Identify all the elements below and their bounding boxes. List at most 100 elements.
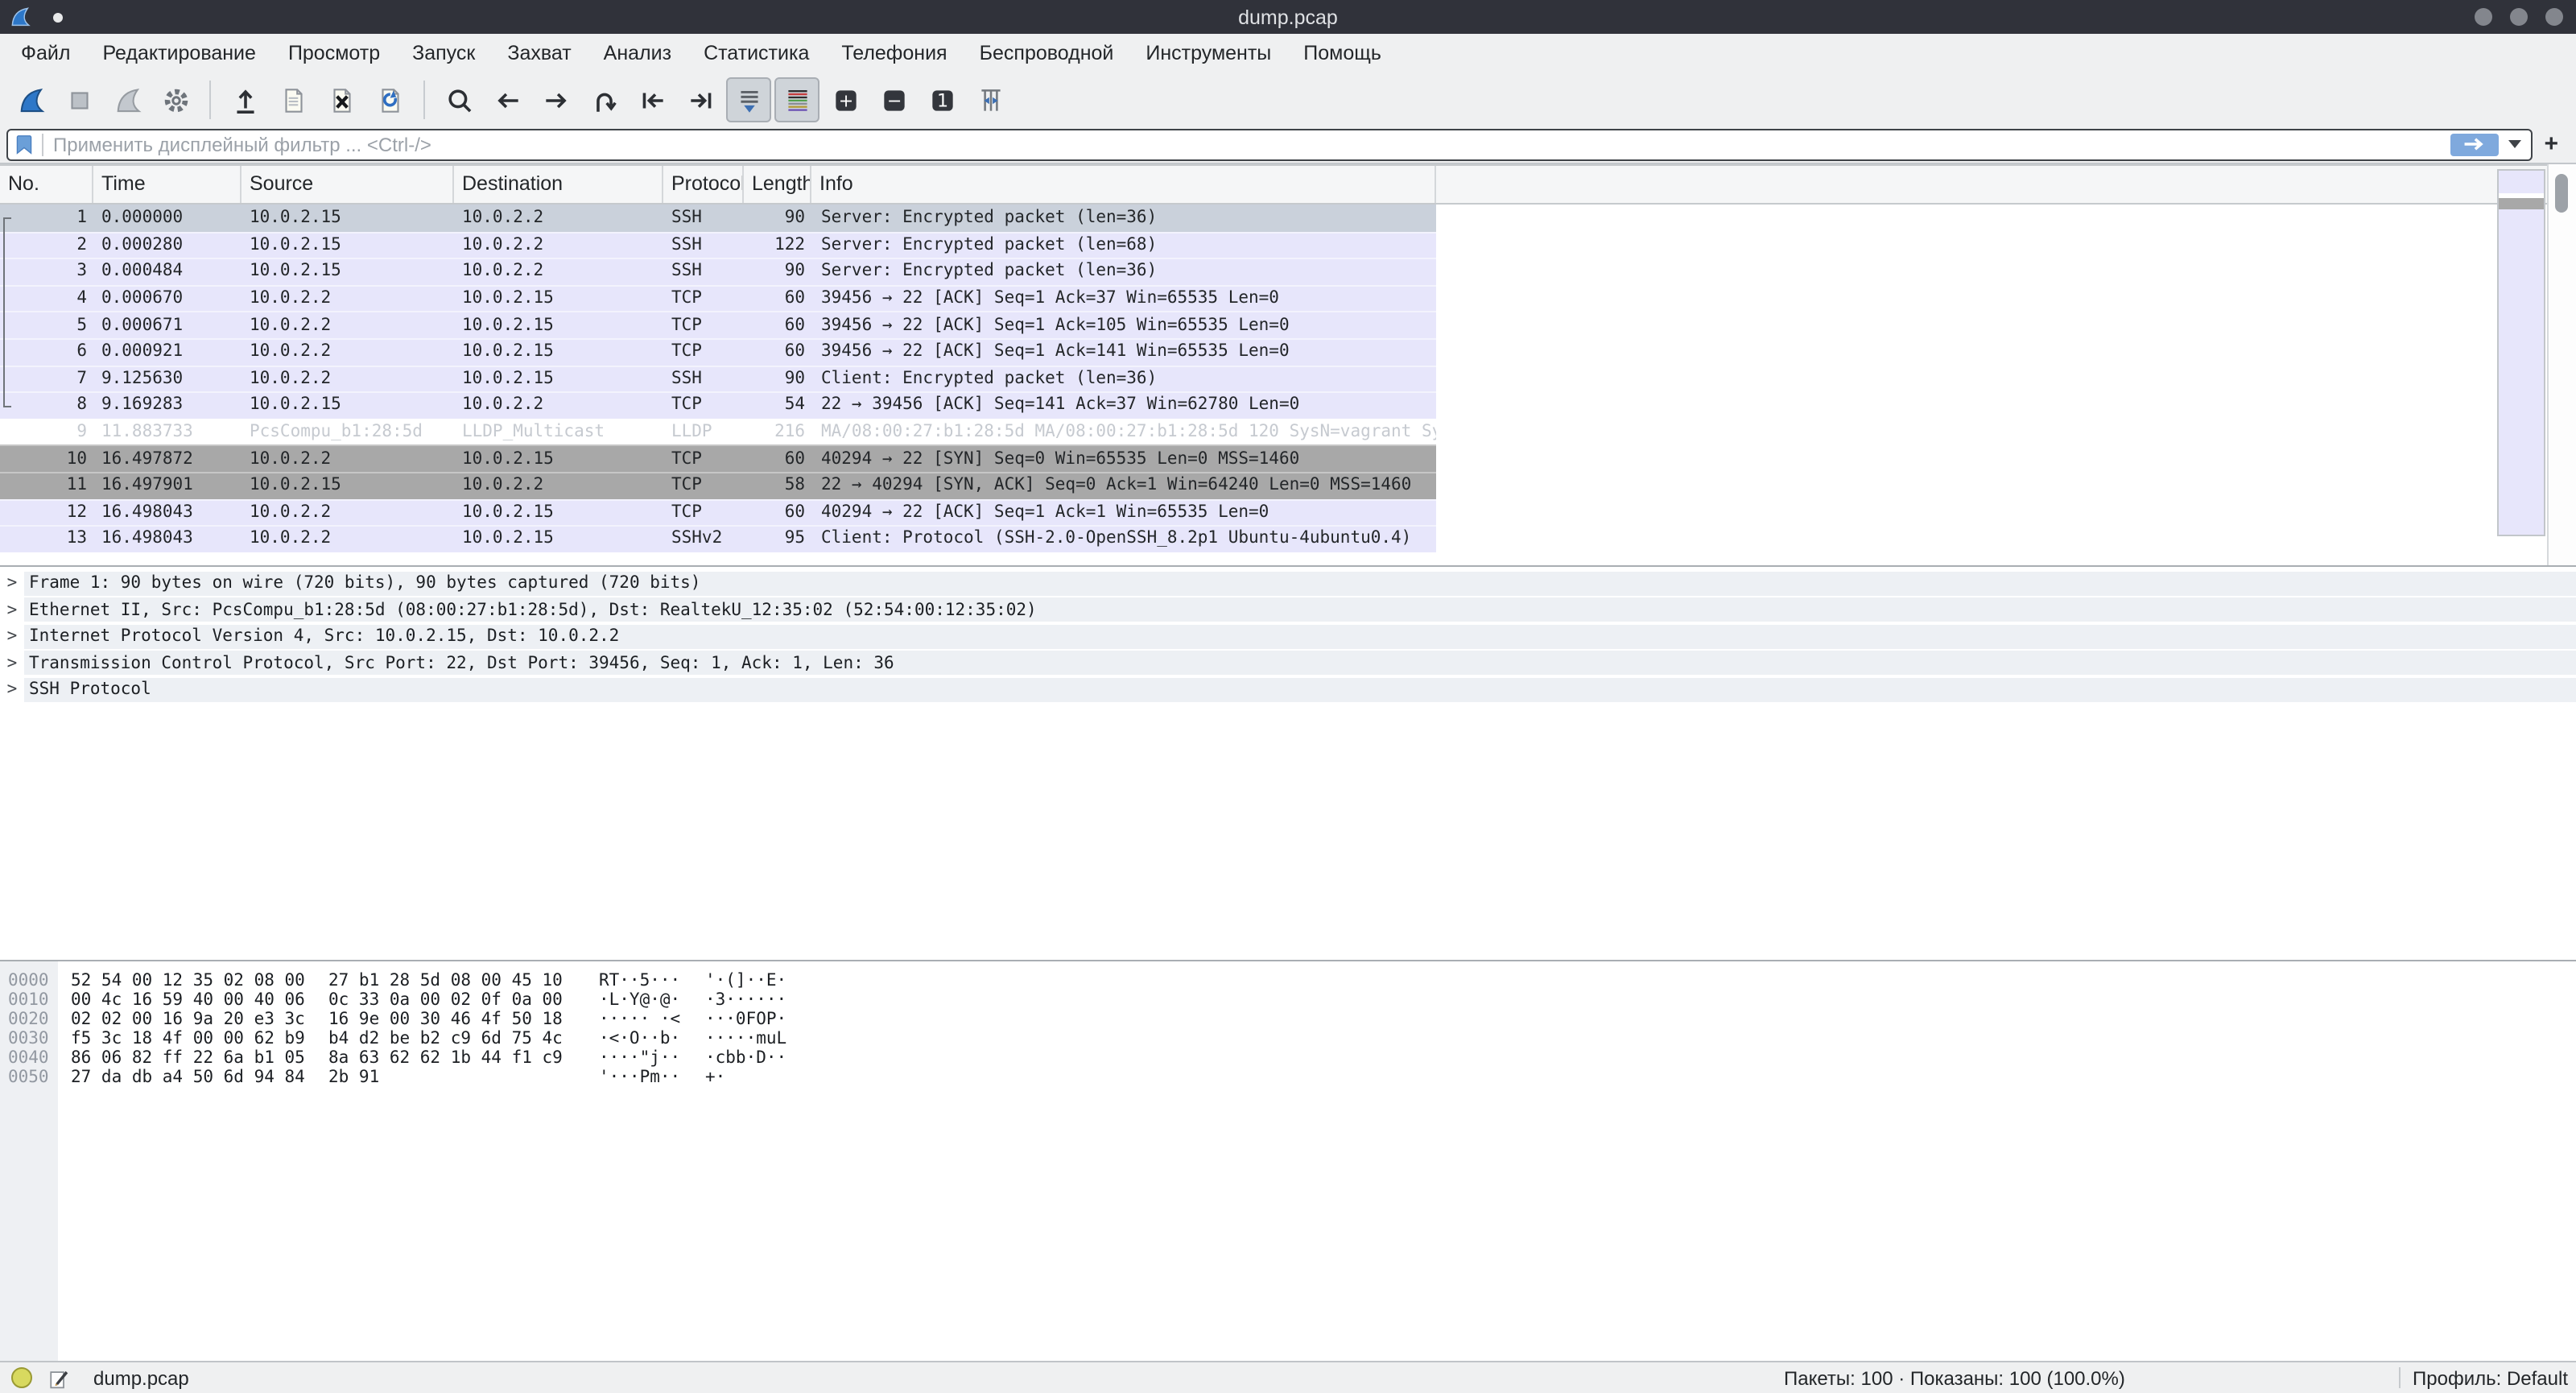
go-forward-button[interactable] bbox=[533, 77, 578, 122]
packet-row-11[interactable]: 1116.49790110.0.2.1510.0.2.2TCP5822 → 40… bbox=[0, 472, 1436, 498]
zoom-out-button[interactable]: − bbox=[871, 77, 916, 122]
packet-row-4[interactable]: 40.00067010.0.2.210.0.2.15TCP6039456 → 2… bbox=[0, 285, 1436, 312]
menu-item-go[interactable]: Запуск bbox=[396, 34, 491, 74]
cell-no: 1 bbox=[0, 209, 93, 228]
menu-item-tools[interactable]: Инструменты bbox=[1129, 34, 1287, 74]
cell-time: 16.498043 bbox=[93, 502, 242, 522]
cell-length: 54 bbox=[744, 395, 811, 415]
window-maximize-button[interactable] bbox=[2510, 8, 2528, 26]
cell-source: PcsCompu_b1:28:5d bbox=[242, 422, 454, 441]
expert-info-icon[interactable] bbox=[11, 1367, 32, 1388]
restart-capture-button[interactable] bbox=[105, 77, 150, 122]
hex-row-0040[interactable]: 004086 06 82 ff 22 6a b1 058a 63 62 62 1… bbox=[0, 1048, 2576, 1068]
go-back-button[interactable] bbox=[485, 77, 530, 122]
expand-chevron-icon[interactable]: > bbox=[0, 680, 24, 700]
packet-row-5[interactable]: 50.00067110.0.2.210.0.2.15TCP6039456 → 2… bbox=[0, 312, 1436, 338]
packet-row-6[interactable]: 60.00092110.0.2.210.0.2.15TCP6039456 → 2… bbox=[0, 338, 1436, 365]
expand-chevron-icon[interactable]: > bbox=[0, 627, 24, 647]
go-to-packet-button[interactable] bbox=[581, 77, 626, 122]
packet-row-9[interactable]: 911.883733PcsCompu_b1:28:5dLLDP_Multicas… bbox=[0, 419, 1436, 445]
menu-item-wireless[interactable]: Беспроводной bbox=[964, 34, 1130, 74]
packet-row-8[interactable]: 89.16928310.0.2.1510.0.2.2TCP5422 → 3945… bbox=[0, 391, 1436, 418]
cell-destination: 10.0.2.2 bbox=[454, 395, 663, 415]
detail-row-3[interactable]: >Transmission Control Protocol, Src Port… bbox=[0, 650, 2576, 676]
reload-file-button[interactable] bbox=[367, 77, 412, 122]
cell-protocol: SSH bbox=[663, 209, 744, 228]
menu-item-statistics[interactable]: Статистика bbox=[687, 34, 825, 74]
zoom-100-button[interactable]: 1 bbox=[919, 77, 964, 122]
hex-row-0010[interactable]: 001000 4c 16 59 40 00 40 060c 33 0a 00 0… bbox=[0, 990, 2576, 1010]
menu-item-help[interactable]: Помощь bbox=[1287, 34, 1397, 74]
detail-row-2[interactable]: >Internet Protocol Version 4, Src: 10.0.… bbox=[0, 623, 2576, 650]
menu-item-capture[interactable]: Захват bbox=[491, 34, 587, 74]
ascii-right: ·cbb·D·· bbox=[705, 1048, 786, 1068]
menu-item-view[interactable]: Просмотр bbox=[272, 34, 396, 74]
filter-add-button[interactable]: + bbox=[2544, 130, 2558, 158]
cell-length: 60 bbox=[744, 315, 811, 334]
zoom-in-button[interactable]: + bbox=[823, 77, 868, 122]
resize-columns-button[interactable] bbox=[968, 77, 1013, 122]
expand-chevron-icon[interactable]: > bbox=[0, 601, 24, 620]
hex-row-0000[interactable]: 000052 54 00 12 35 02 08 0027 b1 28 5d 0… bbox=[0, 971, 2576, 990]
column-header-no[interactable]: No. bbox=[0, 166, 93, 203]
scrollbar-thumb[interactable] bbox=[2555, 174, 2568, 213]
menu-item-telephony[interactable]: Телефония bbox=[825, 34, 963, 74]
column-header-protocol[interactable]: Protocol bbox=[663, 166, 744, 203]
column-header-length[interactable]: Length bbox=[744, 166, 811, 203]
cell-length: 95 bbox=[744, 529, 811, 548]
ascii-left: ····· ·< bbox=[599, 1010, 692, 1029]
column-header-time[interactable]: Time bbox=[93, 166, 242, 203]
find-packet-button[interactable] bbox=[436, 77, 481, 122]
packet-row-13[interactable]: 1316.49804310.0.2.210.0.2.15SSHv295Clien… bbox=[0, 525, 1436, 552]
hex-offset: 0000 bbox=[0, 971, 58, 990]
close-file-button[interactable] bbox=[319, 77, 364, 122]
menu-item-file[interactable]: Файл bbox=[5, 34, 86, 74]
expand-chevron-icon[interactable]: > bbox=[0, 654, 24, 673]
auto-scroll-button[interactable] bbox=[726, 77, 771, 122]
intelligent-scrollbar-minimap[interactable] bbox=[2497, 169, 2545, 536]
status-profile[interactable]: Профиль: Default bbox=[2413, 1366, 2568, 1389]
start-capture-button[interactable] bbox=[8, 77, 53, 122]
cell-destination: 10.0.2.15 bbox=[454, 448, 663, 468]
detail-row-4[interactable]: >SSH Protocol bbox=[0, 676, 2576, 703]
packet-list-scrollbar[interactable] bbox=[2547, 164, 2576, 565]
ascii-left: ····"j·· bbox=[599, 1048, 692, 1068]
packet-row-2[interactable]: 20.00028010.0.2.1510.0.2.2SSH122Server: … bbox=[0, 231, 1436, 258]
filter-apply-button[interactable] bbox=[2450, 133, 2499, 155]
cell-protocol: LLDP bbox=[663, 422, 744, 441]
capture-options-button[interactable] bbox=[153, 77, 198, 122]
cell-info: Server: Encrypted packet (len=68) bbox=[811, 235, 1436, 254]
window-close-button[interactable] bbox=[2545, 8, 2563, 26]
go-first-button[interactable] bbox=[630, 77, 675, 122]
packet-row-7[interactable]: 79.12563010.0.2.210.0.2.15SSH90Client: E… bbox=[0, 365, 1436, 391]
stop-capture-button[interactable] bbox=[56, 77, 101, 122]
packet-row-12[interactable]: 1216.49804310.0.2.210.0.2.15TCP6040294 →… bbox=[0, 498, 1436, 525]
filter-bookmark-icon[interactable] bbox=[14, 133, 34, 155]
column-header-destination[interactable]: Destination bbox=[454, 166, 663, 203]
go-last-button[interactable] bbox=[678, 77, 723, 122]
menu-item-analyze[interactable]: Анализ bbox=[588, 34, 687, 74]
packet-row-1[interactable]: 10.00000010.0.2.1510.0.2.2SSH90Server: E… bbox=[0, 205, 1436, 231]
packet-row-3[interactable]: 30.00048410.0.2.1510.0.2.2SSH90Server: E… bbox=[0, 258, 1436, 284]
column-header-source[interactable]: Source bbox=[242, 166, 454, 203]
packet-row-10[interactable]: 1016.49787210.0.2.210.0.2.15TCP6040294 →… bbox=[0, 445, 1436, 472]
colorize-button[interactable] bbox=[774, 77, 819, 122]
menu-item-edit[interactable]: Редактирование bbox=[86, 34, 271, 74]
hex-row-0030[interactable]: 0030f5 3c 18 4f 00 00 62 b9b4 d2 be b2 c… bbox=[0, 1029, 2576, 1048]
expand-chevron-icon[interactable]: > bbox=[0, 574, 24, 593]
filter-dropdown-chevron-icon[interactable] bbox=[2508, 140, 2521, 148]
hex-row-0050[interactable]: 005027 da db a4 50 6d 94 842b 91'···Pm··… bbox=[0, 1068, 2576, 1087]
detail-row-0[interactable]: >Frame 1: 90 bytes on wire (720 bits), 9… bbox=[0, 570, 2576, 597]
cell-length: 90 bbox=[744, 262, 811, 281]
open-file-button[interactable] bbox=[222, 77, 267, 122]
detail-text: Internet Protocol Version 4, Src: 10.0.2… bbox=[24, 625, 2576, 649]
hex-bytes-right: 27 b1 28 5d 08 00 45 10 bbox=[328, 971, 573, 990]
save-file-button[interactable] bbox=[270, 77, 316, 122]
hex-row-0020[interactable]: 002002 02 00 16 9a 20 e3 3c16 9e 00 30 4… bbox=[0, 1010, 2576, 1029]
column-header-info[interactable]: Info bbox=[811, 166, 1436, 203]
capture-comment-icon[interactable] bbox=[47, 1366, 69, 1389]
cell-length: 216 bbox=[744, 422, 811, 441]
detail-row-1[interactable]: >Ethernet II, Src: PcsCompu_b1:28:5d (08… bbox=[0, 597, 2576, 623]
window-minimize-button[interactable] bbox=[2475, 8, 2492, 26]
display-filter-input[interactable]: Применить дисплейный фильтр ... <Ctrl-/> bbox=[6, 128, 2533, 160]
